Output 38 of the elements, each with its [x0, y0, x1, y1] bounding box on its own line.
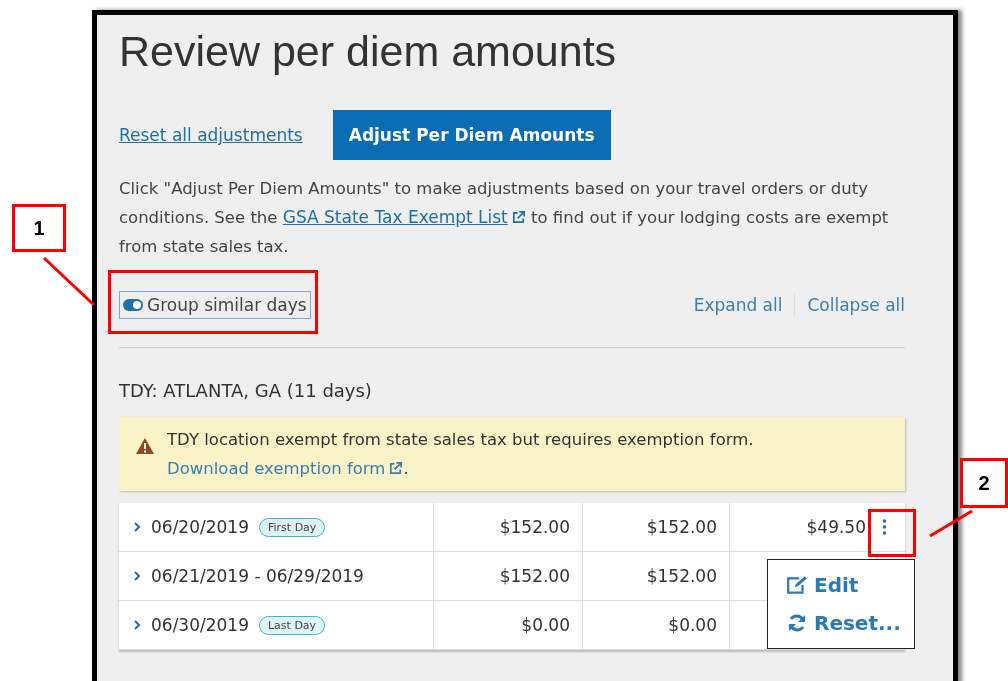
external-link-icon	[388, 461, 404, 476]
adjust-button[interactable]: Adjust Per Diem Amounts	[332, 110, 611, 160]
expand-all-link[interactable]: Expand all	[693, 295, 783, 315]
date-text: 06/21/2019 - 06/29/2019	[151, 566, 364, 586]
table-cell: $152.00	[583, 503, 730, 551]
chevron-icon[interactable]	[133, 521, 141, 533]
tax-exempt-link[interactable]: GSA State Tax Exempt List	[282, 207, 526, 227]
date-text: 06/30/2019	[151, 615, 249, 635]
day-tag: Last Day	[259, 615, 326, 635]
callout-label: 2	[960, 458, 1008, 508]
group-toggle[interactable]: Group similar days	[119, 291, 311, 319]
table-cell: $152.00	[583, 552, 730, 600]
instructions-text: Click "Adjust Per Diem Amounts" to make adjustments based on your travel orders or duty conditions. See the GSA State Tax Exempt List to find out if your lodging costs are exempt from state sales tax.	[119, 178, 890, 258]
menu-item[interactable]: Reset...	[768, 604, 919, 642]
edit-icon	[786, 575, 808, 595]
download-form-link[interactable]: Download exemption form	[167, 459, 404, 478]
alert-message: TDY location exempt from state sales tax but requires exemption form. Download exemption form .	[167, 429, 755, 480]
callout-label: 1	[12, 204, 66, 252]
refresh-icon	[786, 613, 808, 633]
collapse-all-link[interactable]: Collapse all	[807, 295, 905, 315]
chevron-icon[interactable]	[133, 619, 141, 631]
leader-line	[42, 256, 96, 307]
table-cell: $152.00	[434, 503, 583, 551]
date-text: 06/20/2019	[151, 517, 249, 537]
page-title: Review per diem amounts	[119, 26, 618, 76]
table-cell: $152.00	[434, 552, 583, 600]
day-tag: First Day	[259, 517, 326, 537]
menu-item[interactable]: Edit	[768, 566, 877, 604]
highlight-frame	[868, 509, 916, 557]
leader-line	[929, 509, 973, 538]
chevron-icon[interactable]	[133, 570, 141, 582]
table-cell: $0.00	[583, 601, 730, 649]
table-cell: $0.00	[434, 601, 583, 649]
reset-link[interactable]: Reset all adjustments	[119, 125, 303, 145]
external-link-icon	[510, 210, 526, 225]
warning-icon	[135, 437, 155, 455]
amount-text: $49.50	[806, 517, 866, 537]
section-heading: TDY: ATLANTA, GA (11 days)	[119, 380, 373, 401]
